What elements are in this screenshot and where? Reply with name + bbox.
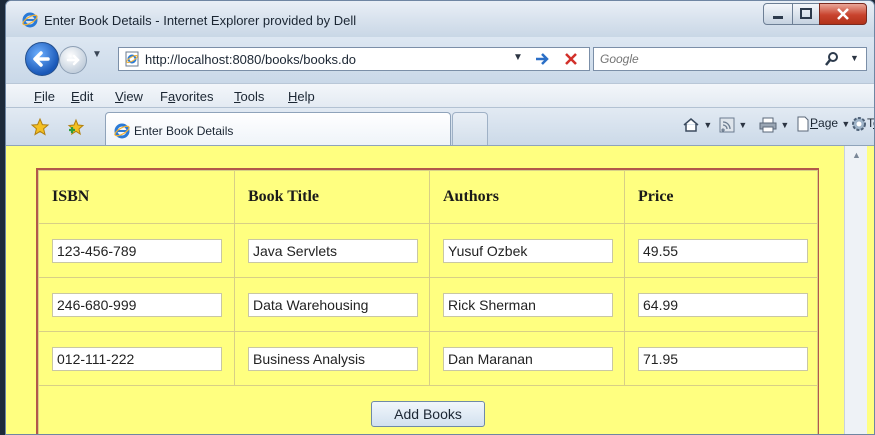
browser-window: Enter Book Details - Internet Explorer p… — [5, 0, 875, 435]
address-input[interactable] — [145, 48, 505, 70]
maximize-icon — [793, 4, 819, 24]
search-box: ▼ — [593, 47, 867, 71]
favorites-star-icon[interactable] — [30, 117, 50, 137]
submit-row: Add Books — [39, 386, 818, 435]
authors-input[interactable] — [443, 347, 613, 371]
window-title: Enter Book Details - Internet Explorer p… — [44, 13, 356, 28]
title-cell — [235, 332, 430, 386]
table-row — [39, 332, 818, 386]
go-arrow-icon[interactable] — [533, 50, 551, 68]
menu-favorites[interactable]: Favorites — [160, 89, 213, 104]
column-header-authors: Authors — [430, 171, 625, 224]
tools-menu-button[interactable]: Tools — [851, 116, 874, 132]
menu-tools[interactable]: Tools — [234, 89, 264, 104]
address-dropdown-icon[interactable]: ▼ — [513, 52, 523, 63]
title-cell — [235, 224, 430, 278]
authors-cell — [430, 224, 625, 278]
add-books-button[interactable]: Add Books — [371, 401, 485, 427]
home-icon — [682, 117, 700, 133]
feeds-icon — [719, 117, 735, 133]
print-button[interactable]: ▼ — [759, 117, 789, 133]
menu-help[interactable]: Help — [288, 89, 315, 104]
gear-icon — [851, 116, 867, 132]
book-table: ISBN Book Title Authors Price — [38, 170, 818, 435]
tab-label: Enter Book Details — [134, 124, 233, 138]
book-title-input[interactable] — [248, 239, 418, 263]
page-content: ISBN Book Title Authors Price — [6, 145, 874, 435]
minimize-icon — [764, 4, 792, 24]
menu-bar: File Edit View Favorites Tools Help — [6, 83, 874, 108]
maximize-button[interactable] — [792, 3, 820, 25]
price-input[interactable] — [638, 293, 808, 317]
authors-input[interactable] — [443, 239, 613, 263]
price-input[interactable] — [638, 239, 808, 263]
title-bar[interactable]: Enter Book Details - Internet Explorer p… — [6, 1, 874, 37]
table-row — [39, 224, 818, 278]
page-icon — [796, 116, 810, 132]
price-cell — [625, 278, 818, 332]
search-icon[interactable] — [824, 51, 840, 67]
book-title-input[interactable] — [248, 347, 418, 371]
tab-enter-book-details[interactable]: Enter Book Details — [105, 112, 451, 147]
page-icon — [124, 51, 140, 67]
stop-icon[interactable] — [563, 51, 579, 67]
close-button[interactable] — [819, 3, 867, 25]
isbn-input[interactable] — [52, 293, 222, 317]
isbn-cell — [39, 332, 235, 386]
new-tab-button[interactable] — [452, 112, 488, 145]
add-to-favorites-icon[interactable] — [66, 117, 86, 137]
column-header-book-title: Book Title — [235, 171, 430, 224]
back-arrow-icon — [26, 43, 58, 75]
forward-button[interactable] — [59, 46, 87, 74]
authors-input[interactable] — [443, 293, 613, 317]
internet-explorer-icon — [22, 12, 38, 28]
print-icon — [759, 117, 777, 133]
column-header-isbn: ISBN — [39, 171, 235, 224]
feeds-button[interactable]: ▼ — [719, 117, 747, 133]
book-title-input[interactable] — [248, 293, 418, 317]
isbn-input[interactable] — [52, 239, 222, 263]
title-cell — [235, 278, 430, 332]
tab-bar: Enter Book Details ▼ ▼ ▼ — [6, 107, 874, 146]
scroll-up-arrow-icon[interactable]: ▲ — [852, 150, 861, 160]
book-entry-form: ISBN Book Title Authors Price — [36, 168, 819, 435]
search-input[interactable] — [600, 48, 810, 70]
search-provider-dropdown-icon[interactable]: ▼ — [850, 53, 859, 63]
price-cell — [625, 332, 818, 386]
price-cell — [625, 224, 818, 278]
table-header-row: ISBN Book Title Authors Price — [39, 171, 818, 224]
submit-cell: Add Books — [39, 386, 818, 435]
internet-explorer-icon — [114, 123, 130, 139]
authors-cell — [430, 332, 625, 386]
close-icon — [820, 4, 866, 24]
isbn-input[interactable] — [52, 347, 222, 371]
back-button[interactable] — [25, 42, 59, 76]
menu-file[interactable]: File — [34, 89, 55, 104]
table-row — [39, 278, 818, 332]
vertical-scrollbar[interactable]: ▲ — [844, 146, 867, 435]
column-header-price: Price — [625, 171, 818, 224]
menu-edit[interactable]: Edit — [71, 89, 93, 104]
page-menu-button[interactable]: Page ▼ — [796, 116, 850, 132]
address-bar: ▼ — [118, 47, 590, 71]
isbn-cell — [39, 224, 235, 278]
menu-view[interactable]: View — [115, 89, 143, 104]
recent-pages-dropdown-icon[interactable]: ▼ — [92, 49, 102, 60]
authors-cell — [430, 278, 625, 332]
navigation-bar: ▼ ▼ ▼ — [6, 37, 874, 83]
home-button[interactable]: ▼ — [682, 117, 712, 133]
forward-arrow-icon — [60, 47, 86, 73]
isbn-cell — [39, 278, 235, 332]
price-input[interactable] — [638, 347, 808, 371]
minimize-button[interactable] — [763, 3, 793, 25]
